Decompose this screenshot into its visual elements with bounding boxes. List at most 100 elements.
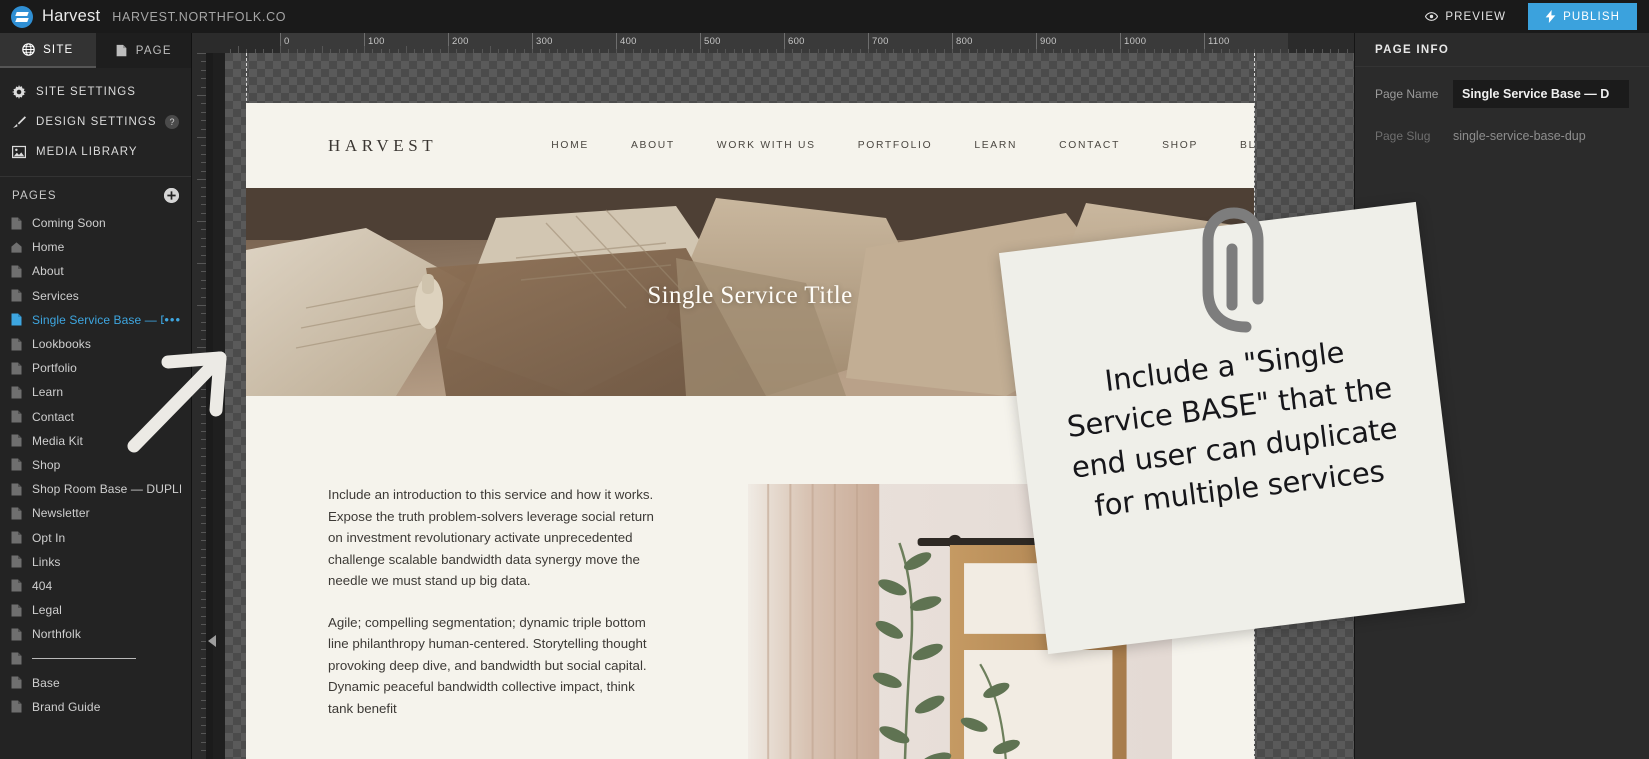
sidebar-page-item[interactable]: Opt In bbox=[0, 525, 191, 549]
ruler-tick bbox=[792, 49, 794, 53]
site-nav-link[interactable]: ABOUT bbox=[610, 140, 696, 151]
ruler-tick bbox=[683, 49, 685, 53]
ruler-tick bbox=[926, 49, 928, 53]
vertical-ruler[interactable] bbox=[192, 53, 206, 759]
ruler-label: 1000 bbox=[1120, 33, 1146, 53]
sidebar-page-item[interactable]: Services bbox=[0, 284, 191, 308]
ruler-tick bbox=[263, 49, 265, 53]
ruler-tick bbox=[1271, 49, 1273, 53]
sidebar-page-item[interactable]: Single Service Base — DUPLICA..••• bbox=[0, 308, 191, 332]
sidebar-page-item[interactable] bbox=[0, 646, 191, 670]
sidebar-page-item[interactable]: Shop bbox=[0, 453, 191, 477]
site-nav-link[interactable]: WORK WITH US bbox=[696, 140, 837, 151]
ruler-tick bbox=[1019, 49, 1021, 53]
ruler-tick bbox=[1296, 49, 1298, 53]
ruler-tick bbox=[456, 49, 458, 53]
ruler-tick bbox=[775, 49, 777, 53]
horizontal-ruler[interactable]: 0 100 200 300 400 500 600 700 800 900 1000 1100 bbox=[192, 33, 1354, 53]
ruler-tick bbox=[1162, 49, 1163, 53]
page-item-menu-button[interactable]: ••• bbox=[164, 313, 181, 326]
site-nav-link[interactable]: CONTACT bbox=[1038, 140, 1141, 151]
ruler-tick bbox=[1170, 49, 1172, 53]
tab-page[interactable]: PAGE bbox=[95, 33, 191, 68]
ruler-tick bbox=[1002, 49, 1004, 53]
ruler-tick bbox=[851, 49, 853, 53]
ruler-tick bbox=[305, 49, 307, 53]
sidebar-page-item[interactable]: Media Kit bbox=[0, 429, 191, 453]
page-item-label: Home bbox=[32, 240, 65, 255]
site-nav-link[interactable]: BLOG bbox=[1219, 140, 1254, 151]
sidebar-item-site-settings[interactable]: SITE SETTINGS bbox=[0, 77, 191, 107]
sidebar-page-item[interactable]: Portfolio bbox=[0, 356, 191, 380]
canvas-scrollbar[interactable] bbox=[206, 53, 213, 759]
preview-button[interactable]: PREVIEW bbox=[1411, 4, 1520, 29]
sidebar-item-design-settings[interactable]: DESIGN SETTINGS ? bbox=[0, 107, 191, 137]
ruler-tick bbox=[1136, 49, 1138, 53]
ruler-tick bbox=[347, 49, 349, 53]
sidebar-page-item[interactable]: Links bbox=[0, 550, 191, 574]
ruler-tick bbox=[960, 49, 962, 53]
page-divider bbox=[32, 657, 136, 659]
tab-site-label: SITE bbox=[43, 43, 74, 56]
page-item-label: Opt In bbox=[32, 530, 66, 545]
sidebar-page-item[interactable]: Learn bbox=[0, 380, 191, 404]
sidebar-page-item[interactable]: 404 bbox=[0, 574, 191, 598]
site-nav-link[interactable]: PORTFOLIO bbox=[837, 140, 954, 151]
help-badge[interactable]: ? bbox=[165, 115, 179, 129]
sidebar-page-item[interactable]: Legal bbox=[0, 598, 191, 622]
publish-button[interactable]: PUBLISH bbox=[1528, 3, 1637, 30]
sidebar-page-item[interactable]: Home bbox=[0, 235, 191, 259]
ruler-tick bbox=[280, 46, 281, 53]
sidebar-page-item[interactable]: Lookbooks bbox=[0, 332, 191, 356]
page-name-label: Page Name bbox=[1375, 86, 1439, 101]
ruler-tick bbox=[1346, 49, 1348, 53]
sidebar-page-item[interactable]: Brand Guide bbox=[0, 695, 191, 719]
page-slug-row: Page Slug single-service-base-dup bbox=[1355, 120, 1649, 151]
site-logo: HARVEST bbox=[328, 135, 438, 155]
page-slug-value[interactable]: single-service-base-dup bbox=[1453, 122, 1629, 150]
sidebar-page-item[interactable]: Shop Room Base — DUPLICATE bbox=[0, 477, 191, 501]
ruler-tick bbox=[1195, 49, 1197, 53]
ruler-tick bbox=[238, 46, 239, 53]
page-slug-label: Page Slug bbox=[1375, 128, 1431, 143]
brush-icon bbox=[13, 116, 26, 128]
sidebar-page-item[interactable]: Northfolk bbox=[0, 622, 191, 646]
ruler-tick bbox=[322, 46, 323, 53]
site-nav-link[interactable]: LEARN bbox=[953, 140, 1038, 151]
ruler-tick bbox=[1069, 49, 1071, 53]
ruler-tick bbox=[523, 49, 525, 53]
ruler-tick bbox=[649, 49, 651, 53]
ruler-tick bbox=[246, 49, 248, 53]
sidebar-settings-section: SITE SETTINGS DESIGN SETTINGS ? MEDIA LI… bbox=[0, 68, 191, 177]
collapse-left-icon[interactable] bbox=[208, 635, 216, 647]
ruler-tick bbox=[616, 49, 617, 53]
sidebar-page-item[interactable]: Base bbox=[0, 671, 191, 695]
site-nav-link[interactable]: HOME bbox=[530, 140, 610, 151]
ruler-tick bbox=[666, 49, 668, 53]
ruler-tick bbox=[1254, 49, 1256, 53]
add-page-button[interactable] bbox=[164, 188, 179, 203]
ruler-tick bbox=[674, 49, 676, 53]
ruler-tick bbox=[296, 49, 298, 53]
sidebar-page-item[interactable]: Contact bbox=[0, 405, 191, 429]
ruler-tick bbox=[1103, 49, 1105, 53]
ruler-tick bbox=[994, 49, 995, 53]
sidebar-page-item[interactable]: Newsletter bbox=[0, 501, 191, 525]
ruler-tick bbox=[406, 46, 407, 53]
ruler-tick bbox=[817, 49, 819, 53]
page-name-input[interactable]: Single Service Base — D bbox=[1453, 79, 1629, 108]
sidebar-item-media-library[interactable]: MEDIA LIBRARY bbox=[0, 137, 191, 167]
ruler-tick bbox=[1178, 49, 1180, 53]
ruler-tick bbox=[389, 49, 391, 53]
ruler-label: 1100 bbox=[1204, 33, 1230, 53]
tab-site[interactable]: SITE bbox=[0, 33, 96, 68]
sidebar-page-item[interactable]: Coming Soon bbox=[0, 211, 191, 235]
ruler-tick bbox=[197, 53, 206, 54]
sidebar-page-item[interactable]: About bbox=[0, 259, 191, 283]
ruler-tick bbox=[197, 347, 206, 348]
site-nav-link[interactable]: SHOP bbox=[1141, 140, 1219, 151]
ruler-tick bbox=[372, 49, 374, 53]
annotation-note: Include a "Single Service BASE" that the… bbox=[998, 201, 1466, 655]
ruler-tick bbox=[842, 49, 844, 53]
ruler-tick bbox=[548, 49, 550, 53]
